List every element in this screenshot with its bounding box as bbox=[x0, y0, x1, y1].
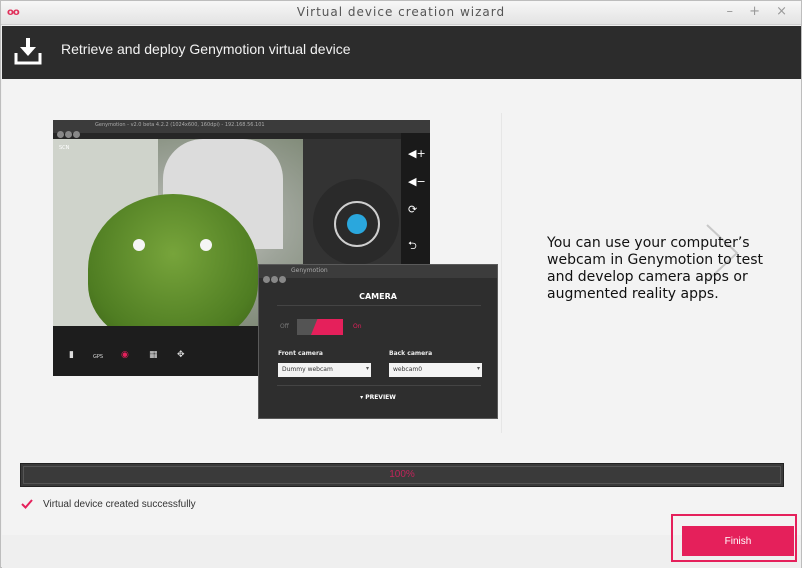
divider bbox=[501, 113, 502, 433]
wizard-header: Retrieve and deploy Genymotion virtual d… bbox=[2, 26, 801, 79]
camera-dialog-window-title: Genymotion bbox=[291, 267, 328, 274]
front-camera-label: Front camera bbox=[278, 350, 323, 357]
toggle-on-label: On bbox=[353, 323, 362, 330]
preview-label: ▾ PREVIEW bbox=[360, 394, 396, 401]
download-icon bbox=[14, 38, 42, 65]
camera-toggle bbox=[297, 319, 343, 335]
header-title: Retrieve and deploy Genymotion virtual d… bbox=[61, 41, 351, 57]
feature-description: You can use your computer’s webcam in Ge… bbox=[547, 235, 764, 302]
clapperboard-icon: ▦ bbox=[149, 350, 158, 360]
chevron-down-icon: ▾ bbox=[365, 365, 369, 372]
progress-bar: 100% bbox=[20, 463, 784, 487]
screenshot-window-title: Genymotion - v2.0 beta 4.2.2 (1024x600, … bbox=[95, 122, 265, 128]
finish-button-focus-ring: Finish bbox=[671, 514, 797, 562]
volume-up-icon: ◀+ bbox=[408, 147, 426, 160]
back-camera-select: webcam0 ▾ bbox=[389, 363, 482, 377]
volume-down-icon: ◀− bbox=[408, 175, 426, 188]
screenshot-titlebar: Genymotion - v2.0 beta 4.2.2 (1024x600, … bbox=[53, 120, 430, 138]
window-title: Virtual device creation wizard bbox=[296, 5, 506, 19]
back-camera-label: Back camera bbox=[389, 350, 433, 357]
camera-dialog: Genymotion CAMERA Off On Front camera Du… bbox=[258, 264, 498, 419]
camera-dialog-title: CAMERA bbox=[359, 292, 397, 301]
progress-label: 100% bbox=[389, 469, 415, 480]
joystick-pad bbox=[303, 139, 401, 265]
rotate-icon: ⟳ bbox=[408, 203, 418, 216]
status-text: Virtual device created successfully bbox=[43, 499, 196, 510]
gps-icon: GPS bbox=[93, 354, 104, 360]
battery-icon: ▮ bbox=[69, 350, 74, 360]
move-icon: ✥ bbox=[177, 350, 185, 360]
chevron-down-icon: ▾ bbox=[476, 365, 480, 372]
toggle-off-label: Off bbox=[280, 323, 289, 330]
finish-button[interactable]: Finish bbox=[682, 526, 794, 556]
wizard-window: oo Virtual device creation wizard – + × … bbox=[0, 0, 802, 568]
checkmark-icon bbox=[21, 499, 33, 509]
back-icon: ⮌ bbox=[408, 239, 417, 252]
scene-label: SCN bbox=[59, 145, 70, 151]
webcam-icon: ◉ bbox=[121, 350, 129, 360]
front-camera-select: Dummy webcam ▾ bbox=[278, 363, 371, 377]
window-controls[interactable]: – + × bbox=[726, 4, 793, 19]
title-bar: oo Virtual device creation wizard – + × bbox=[1, 1, 801, 25]
